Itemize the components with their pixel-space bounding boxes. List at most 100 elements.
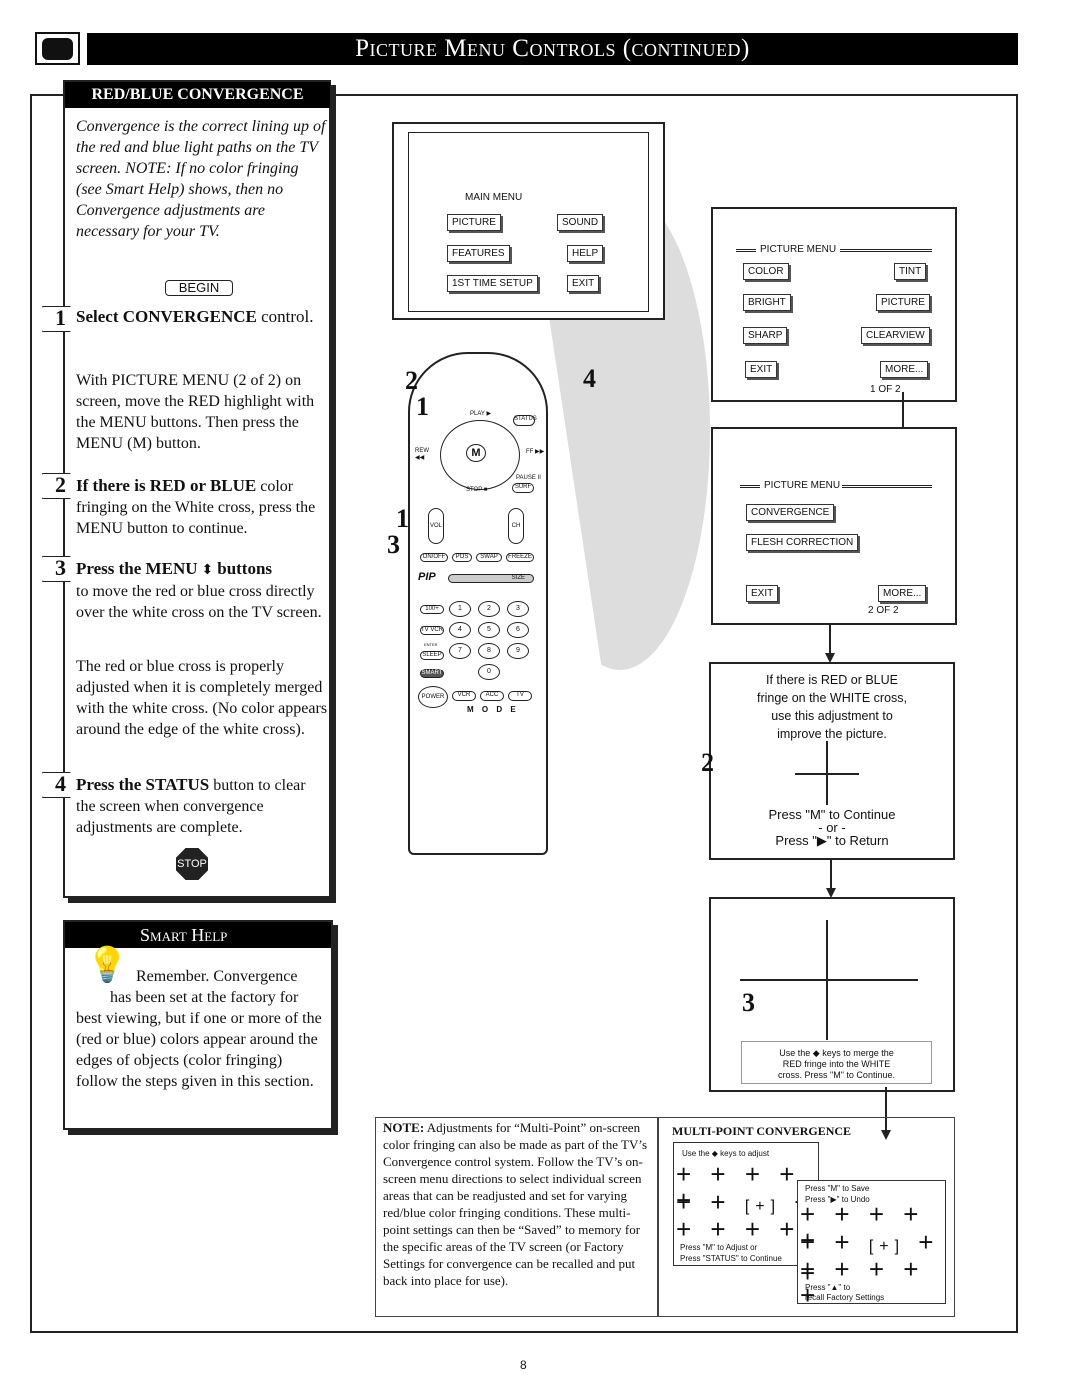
picture-option[interactable]: PICTURE — [876, 294, 930, 311]
step-title: Press the STATUS — [76, 775, 210, 794]
digit-2-button[interactable]: 2 — [478, 601, 500, 617]
digit-0-button[interactable]: 0 — [478, 664, 500, 680]
help-text: fringe on the WHITE cross, — [756, 691, 908, 705]
picture-menu-title: PICTURE MENU — [760, 244, 837, 255]
intro-text: Convergence is the correct lining up of … — [76, 118, 326, 240]
multipoint-screen-2: Press "M" to Save Press "▶" to Undo + + … — [797, 1180, 946, 1308]
menu-arrows-icon: ⬍ — [201, 563, 214, 578]
instruction-text: RED fringe into the WHITE — [782, 1059, 891, 1069]
menu-picture-button[interactable]: PICTURE — [447, 214, 501, 231]
screen-text: recall Factory Settings — [805, 1293, 885, 1302]
vcr-mode-button[interactable]: VCR — [452, 691, 476, 701]
main-menu-title: MAIN MENU — [465, 192, 523, 203]
step-number: 4 — [55, 771, 66, 796]
digit-6-button[interactable]: 6 — [507, 622, 529, 638]
clearview-option[interactable]: CLEARVIEW — [861, 327, 930, 344]
bright-option[interactable]: BRIGHT — [743, 294, 791, 311]
color-option[interactable]: COLOR — [743, 263, 789, 280]
instruction-text: Use the — [779, 1048, 811, 1058]
instruction-text: cross. Press "M" to Continue. — [778, 1070, 895, 1080]
digit-9-button[interactable]: 9 — [507, 643, 529, 659]
sharp-option[interactable]: SHARP — [743, 327, 788, 344]
step-text: The red or blue cross is properly adjust… — [76, 658, 328, 738]
tv-mode-button[interactable]: TV — [508, 691, 532, 701]
callout-1: 1 — [416, 392, 429, 421]
callout-4: 4 — [583, 364, 596, 393]
pip-pos-button[interactable]: POS — [452, 553, 472, 562]
status-button[interactable]: STATUS — [513, 415, 537, 426]
digit-7-button[interactable]: 7 — [449, 643, 471, 659]
step-title: Select CONVERGENCE — [76, 307, 257, 326]
tv-vcr-button[interactable]: TV VCR — [420, 626, 444, 635]
surf-button[interactable]: SURF — [512, 483, 534, 493]
pip-onoff-button[interactable]: ON/OFF — [420, 553, 448, 562]
menu-exit-button[interactable]: EXIT — [567, 275, 600, 292]
instruction-text: keys to merge the — [822, 1048, 894, 1058]
direction-keys-icon: ◆ — [812, 1048, 820, 1058]
digit-5-button[interactable]: 5 — [478, 622, 500, 638]
digit-4-button[interactable]: 4 — [449, 622, 471, 638]
pip-label: PIP — [418, 571, 436, 583]
step-title: If there is RED or BLUE — [76, 476, 257, 495]
help-text: use this adjustment to — [771, 709, 893, 723]
power-button[interactable]: POWER — [418, 686, 448, 708]
more-option[interactable]: MORE... — [880, 361, 929, 378]
volume-rocker[interactable]: VOL — [428, 508, 444, 544]
multipoint-title: MULTI-POINT CONVERGENCE — [672, 1124, 852, 1138]
channel-rocker[interactable]: CH — [508, 508, 524, 544]
stop-label: STOP ■ — [466, 487, 488, 493]
100-button[interactable]: 100+ — [420, 605, 444, 614]
menu-features-button[interactable]: FEATURES — [447, 245, 510, 262]
smart-help-title: Smart Help — [140, 925, 228, 945]
lightbulb-icon: 💡 — [86, 947, 129, 984]
screen-text: Press "M" to Adjust or — [680, 1243, 758, 1252]
section-heading: RED/BLUE CONVERGENCE — [65, 82, 330, 108]
step-title: buttons — [217, 559, 273, 578]
step-text: to move the red or blue cross directly o… — [76, 583, 322, 621]
digit-3-button[interactable]: 3 — [507, 601, 529, 617]
begin-badge: BEGIN — [165, 280, 233, 296]
page-indicator: 2 OF 2 — [868, 605, 899, 616]
exit-option[interactable]: EXIT — [745, 361, 778, 378]
mode-label: M O D E — [467, 705, 516, 714]
white-cross-icon — [740, 979, 918, 981]
return-prompt: Press "▶" to Return — [775, 833, 889, 848]
exit-option[interactable]: EXIT — [746, 585, 779, 602]
digit-1-button[interactable]: 1 — [449, 601, 471, 617]
digit-8-button[interactable]: 8 — [478, 643, 500, 659]
step-text: control. — [256, 307, 314, 326]
sleep-button[interactable]: SLEEP — [420, 651, 444, 660]
menu-m-button[interactable]: M — [466, 444, 486, 462]
play-label: PLAY ▶ — [470, 411, 492, 417]
smart-button[interactable]: SMART — [420, 669, 444, 678]
help-text: If there is RED or BLUE — [766, 673, 898, 687]
screen-text: Press "STATUS" to Continue — [680, 1254, 782, 1263]
step-number: 2 — [55, 472, 66, 497]
pip-freeze-button[interactable]: FREEZE — [506, 553, 534, 562]
note-text: Adjustments for “Multi-Point” on-screen … — [383, 1120, 648, 1288]
acc-mode-button[interactable]: ACC — [480, 691, 504, 701]
menu-help-button[interactable]: HELP — [567, 245, 604, 262]
menu-sound-button[interactable]: SOUND — [557, 214, 604, 231]
page-title: Picture Menu Controls (continued) — [87, 33, 1018, 65]
smart-help-text: has been set at the factory for best vie… — [76, 989, 322, 1090]
help-text: improve the picture. — [777, 727, 887, 741]
pip-size-button[interactable]: SIZE — [448, 574, 534, 583]
rew-label: REW ◀◀ — [415, 448, 429, 461]
pip-swap-button[interactable]: SWAP — [476, 553, 502, 562]
tv-icon — [35, 32, 80, 65]
step-number: 3 — [55, 555, 66, 580]
menu-setup-button[interactable]: 1ST TIME SETUP — [447, 275, 538, 292]
cross-instructions: Use the ◆ keys to merge the RED fringe i… — [741, 1041, 932, 1084]
page-indicator: 1 OF 2 — [870, 384, 901, 395]
tint-option[interactable]: TINT — [894, 263, 927, 280]
page-number: 8 — [520, 1358, 527, 1372]
flesh-correction-option[interactable]: FLESH CORRECTION — [746, 534, 859, 551]
smart-help-text: Remember. Convergence — [136, 968, 298, 985]
note-label: NOTE: — [383, 1120, 425, 1135]
picture-menu-title: PICTURE MENU — [764, 480, 841, 491]
callout-3: 3 — [387, 530, 400, 559]
callout-2: 2 — [701, 748, 714, 777]
more-option[interactable]: MORE... — [878, 585, 927, 602]
convergence-option[interactable]: CONVERGENCE — [746, 504, 835, 521]
